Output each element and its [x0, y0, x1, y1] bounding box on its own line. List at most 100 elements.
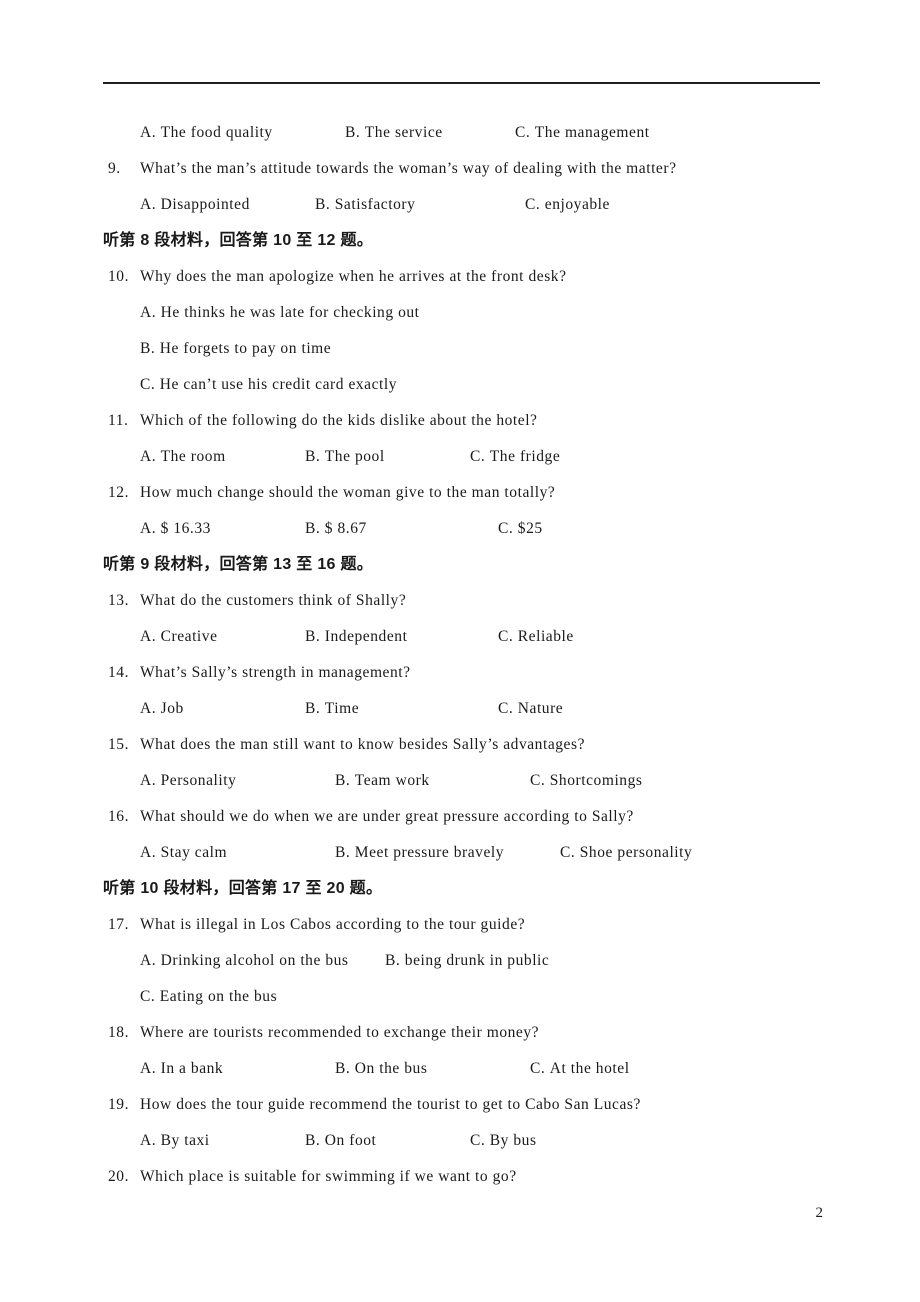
option-label: B. [385, 952, 401, 969]
option-text: Reliable [517, 628, 574, 645]
option-label: A. [140, 124, 157, 141]
option-choice[interactable]: A. Job [140, 691, 184, 727]
option-choice[interactable]: B. On foot [305, 1123, 376, 1159]
option-text: Independent [324, 628, 408, 645]
question-number: 15. [108, 736, 130, 753]
option-text: The pool [324, 448, 385, 465]
option-text: The management [534, 124, 650, 141]
section-heading-9: 听第 9 段材料，回答第 13 至 16 题。 [103, 556, 374, 573]
question-number: 10. [108, 268, 130, 285]
option-choice[interactable]: C. $25 [498, 511, 543, 547]
question-number: 11. [108, 412, 129, 429]
option-choice[interactable]: B. The service [345, 115, 443, 151]
option-choice[interactable]: C. He can’t use his credit card exactly [140, 367, 397, 403]
question-10: 10. Why does the man apologize when he ar… [0, 259, 920, 295]
question-9: 9. What’s the man’s attitude towards the … [0, 151, 920, 187]
option-text: The room [160, 448, 226, 465]
option-choice[interactable]: B. Meet pressure bravely [335, 835, 504, 871]
option-label: A. [140, 304, 157, 321]
option-text: Eating on the bus [159, 988, 278, 1005]
option-label: C. [515, 124, 531, 141]
option-choice[interactable]: A. He thinks he was late for checking ou… [140, 295, 420, 331]
question-number: 9. [108, 160, 121, 177]
option-label: A. [140, 520, 157, 537]
question-number: 13. [108, 592, 130, 609]
options-q10-a: A. He thinks he was late for checking ou… [0, 295, 920, 331]
question-text: What should we do when we are under grea… [140, 808, 634, 825]
options-q10-c: C. He can’t use his credit card exactly [0, 367, 920, 403]
section-heading-8: 听第 8 段材料，回答第 10 至 12 题。 [103, 232, 374, 249]
option-text: Team work [354, 772, 430, 789]
question-18: 18. Where are tourists recommended to exc… [0, 1015, 920, 1051]
option-choice[interactable]: B. Team work [335, 763, 430, 799]
option-choice[interactable]: A. The room [140, 439, 226, 475]
options-q11: A. The room B. The pool C. The fridge [0, 439, 920, 475]
option-text: Nature [517, 700, 564, 717]
options-q10-b: B. He forgets to pay on time [0, 331, 920, 367]
option-choice[interactable]: B. $ 8.67 [305, 511, 367, 547]
option-label: C. [498, 628, 514, 645]
section-heading-10: 听第 10 段材料，回答第 17 至 20 题。 [103, 880, 383, 897]
option-text: On foot [324, 1132, 377, 1149]
option-choice[interactable]: C. Eating on the bus [140, 979, 277, 1015]
option-text: Shortcomings [549, 772, 643, 789]
option-choice[interactable]: A. Creative [140, 619, 218, 655]
option-choice[interactable]: C. The management [515, 115, 650, 151]
option-choice[interactable]: B. On the bus [335, 1051, 427, 1087]
question-16: 16. What should we do when we are under g… [0, 799, 920, 835]
option-label: C. [525, 196, 541, 213]
option-text: Shoe personality [579, 844, 693, 861]
option-label: C. [470, 448, 486, 465]
option-choice[interactable]: B. being drunk in public [385, 943, 549, 979]
question-text: How does the tour guide recommend the to… [140, 1096, 641, 1113]
option-choice[interactable]: B. The pool [305, 439, 385, 475]
option-choice[interactable]: C. Reliable [498, 619, 574, 655]
option-text: The service [364, 124, 443, 141]
option-label: A. [140, 1132, 157, 1149]
option-label: B. [345, 124, 361, 141]
option-label: C. [560, 844, 576, 861]
option-text: The food quality [160, 124, 273, 141]
options-q16: A. Stay calm B. Meet pressure bravely C. S… [0, 835, 920, 871]
question-list: A. The food quality B. The service C. The … [0, 115, 920, 1195]
option-label: A. [140, 628, 157, 645]
option-choice[interactable]: A. The food quality [140, 115, 273, 151]
option-choice[interactable]: C. The fridge [470, 439, 560, 475]
option-choice[interactable]: A. In a bank [140, 1051, 223, 1087]
option-label: A. [140, 1060, 157, 1077]
option-choice[interactable]: C. By bus [470, 1123, 537, 1159]
option-choice[interactable]: A. $ 16.33 [140, 511, 211, 547]
option-text: Creative [160, 628, 218, 645]
option-choice[interactable]: A. Drinking alcohol on the bus [140, 943, 349, 979]
option-choice[interactable]: C. enjoyable [525, 187, 610, 223]
question-text: What is illegal in Los Cabos according t… [140, 916, 526, 933]
option-choice[interactable]: A. Personality [140, 763, 236, 799]
option-choice[interactable]: C. Shortcomings [530, 763, 642, 799]
option-text: On the bus [354, 1060, 428, 1077]
option-text: Stay calm [160, 844, 228, 861]
option-choice[interactable]: B. Independent [305, 619, 407, 655]
question-text: What’s Sally’s strength in management? [140, 664, 411, 681]
option-label: C. [530, 772, 546, 789]
question-number: 20. [108, 1168, 130, 1185]
question-text: Which of the following do the kids disli… [140, 412, 538, 429]
option-text: He forgets to pay on time [159, 340, 332, 357]
options-q17-ab: A. Drinking alcohol on the bus B. being d… [0, 943, 920, 979]
question-number: 17. [108, 916, 130, 933]
option-choice[interactable]: B. Time [305, 691, 359, 727]
option-choice[interactable]: B. Satisfactory [315, 187, 415, 223]
question-text: What do the customers think of Shally? [140, 592, 407, 609]
question-text: Which place is suitable for swimming if … [140, 1168, 517, 1185]
question-11: 11. Which of the following do the kids di… [0, 403, 920, 439]
option-text: Satisfactory [334, 196, 416, 213]
option-label: C. [498, 700, 514, 717]
option-choice[interactable]: B. He forgets to pay on time [140, 331, 331, 367]
option-choice[interactable]: C. Nature [498, 691, 563, 727]
option-choice[interactable]: A. Disappointed [140, 187, 250, 223]
option-choice[interactable]: A. Stay calm [140, 835, 227, 871]
option-text: He thinks he was late for checking out [160, 304, 420, 321]
option-label: B. [305, 1132, 321, 1149]
option-choice[interactable]: A. By taxi [140, 1123, 210, 1159]
option-choice[interactable]: C. At the hotel [530, 1051, 630, 1087]
option-choice[interactable]: C. Shoe personality [560, 835, 692, 871]
